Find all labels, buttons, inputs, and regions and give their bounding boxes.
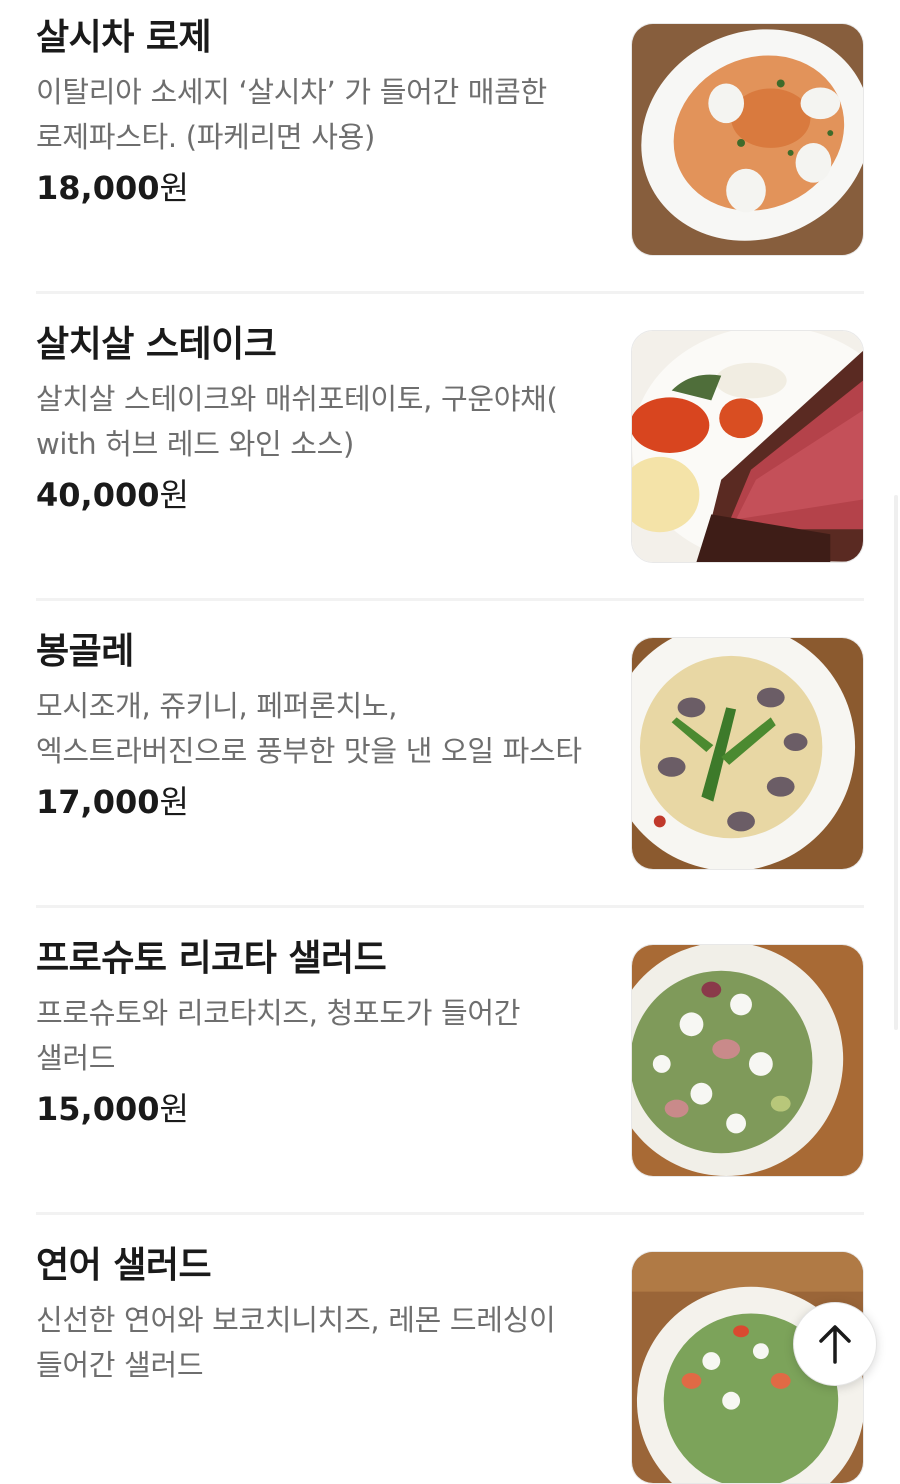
price-currency: 원: [159, 476, 189, 514]
menu-item-text: 살시차 로제 이탈리아 소세지 ‘살시차’ 가 들어간 매콤한 로제파스타. (…: [36, 0, 601, 210]
arrow-up-icon: [819, 1325, 851, 1364]
menu-item-text: 봉골레 모시조개, 쥬키니, 페퍼론치노, 엑스트라버진으로 풍부한 맛을 낸 …: [36, 614, 601, 824]
menu-item-name: 연어 샐러드: [36, 1245, 212, 1286]
price-value: 40,000: [36, 476, 160, 514]
menu-item-price: 17,000원: [36, 780, 601, 824]
divider: [36, 598, 864, 601]
menu-item-description: 신선한 연어와 보코치니치즈, 레몬 드레싱이 들어간 샐러드: [36, 1303, 556, 1382]
menu-item-text: 프로슈토 리코타 샐러드 프로슈토와 리코타치즈, 청포도가 들어간 샐러드 1…: [36, 921, 601, 1131]
price-currency: 원: [159, 1090, 189, 1128]
menu-item-text: 살치살 스테이크 살치살 스테이크와 매쉬포테이토, 구운야채( with 허브…: [36, 307, 601, 517]
divider: [36, 1212, 864, 1215]
menu-item-vongole[interactable]: 봉골레 모시조개, 쥬키니, 페퍼론치노, 엑스트라버진으로 풍부한 맛을 낸 …: [36, 614, 864, 870]
steak-photo[interactable]: [631, 330, 864, 563]
price-value: 15,000: [36, 1090, 160, 1128]
menu-item-prosciutto-salad[interactable]: 프로슈토 리코타 샐러드 프로슈토와 리코타치즈, 청포도가 들어간 샐러드 1…: [36, 921, 864, 1177]
menu-item-text: 연어 샐러드 신선한 연어와 보코치니치즈, 레몬 드레싱이 들어간 샐러드: [36, 1228, 601, 1388]
prosciutto-salad-photo[interactable]: [631, 944, 864, 1177]
menu-item-price: 40,000원: [36, 473, 601, 517]
menu-item-price: 18,000원: [36, 166, 601, 210]
vongole-photo[interactable]: [631, 637, 864, 870]
menu-item-salsiccia-rose[interactable]: 살시차 로제 이탈리아 소세지 ‘살시차’ 가 들어간 매콤한 로제파스타. (…: [36, 0, 864, 256]
menu-item-price: 15,000원: [36, 1087, 601, 1131]
menu-item-name: 봉골레: [36, 631, 134, 672]
price-currency: 원: [159, 783, 189, 821]
menu-item-salmon-salad[interactable]: 연어 샐러드 신선한 연어와 보코치니치즈, 레몬 드레싱이 들어간 샐러드: [36, 1228, 864, 1484]
menu-item-name: 살시차 로제: [36, 17, 212, 58]
scrollbar[interactable]: [894, 495, 898, 1030]
price-currency: 원: [159, 169, 189, 207]
menu-item-description: 이탈리아 소세지 ‘살시차’ 가 들어간 매콤한 로제파스타. (파케리면 사용…: [36, 75, 547, 154]
menu-item-name: 살치살 스테이크: [36, 324, 277, 365]
menu-item-name: 프로슈토 리코타 샐러드: [36, 938, 387, 979]
divider: [36, 905, 864, 908]
price-value: 17,000: [36, 783, 160, 821]
menu-item-steak[interactable]: 살치살 스테이크 살치살 스테이크와 매쉬포테이토, 구운야채( with 허브…: [36, 307, 864, 563]
menu-item-description: 프로슈토와 리코타치즈, 청포도가 들어간 샐러드: [36, 996, 521, 1075]
scroll-to-top-button[interactable]: [793, 1302, 877, 1386]
price-value: 18,000: [36, 169, 160, 207]
rose-pasta-photo[interactable]: [631, 23, 864, 256]
divider: [36, 291, 864, 294]
menu-item-description: 모시조개, 쥬키니, 페퍼론치노, 엑스트라버진으로 풍부한 맛을 낸 오일 파…: [36, 689, 582, 768]
menu-item-description: 살치살 스테이크와 매쉬포테이토, 구운야채( with 허브 레드 와인 소스…: [36, 382, 558, 461]
